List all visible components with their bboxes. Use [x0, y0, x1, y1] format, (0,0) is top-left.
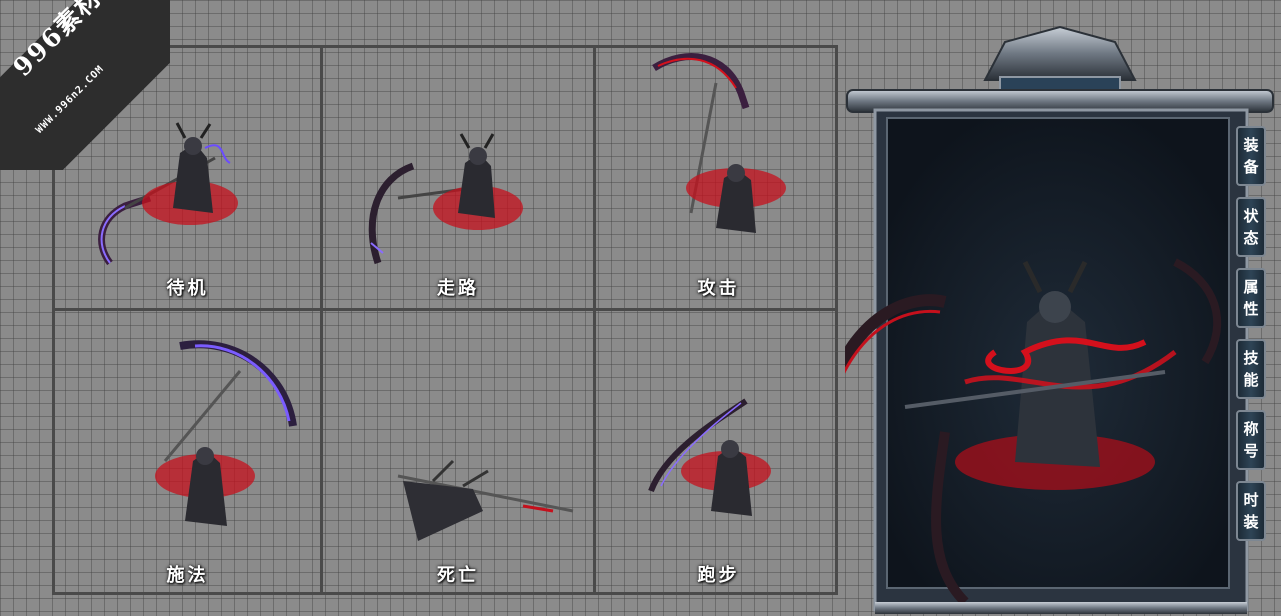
panel-frame — [845, 25, 1274, 614]
tab-label: 状态 — [1243, 207, 1259, 247]
action-label: 攻击 — [697, 278, 740, 299]
action-label: 走路 — [437, 278, 479, 299]
walk-sprite — [368, 133, 523, 265]
tab-equipment[interactable]: 装备 — [1236, 126, 1266, 186]
panel-side-tabs: 装备 状态 属性 技能 称号 时装 — [1236, 126, 1268, 552]
tab-title[interactable]: 称号 — [1236, 410, 1266, 470]
action-label: 跑步 — [697, 565, 740, 586]
watermark: 996素材网 WWW.996n2.COM — [0, 0, 170, 170]
character-panel: 装备 状态 属性 技能 称号 时装 — [845, 22, 1275, 616]
tab-label: 称号 — [1243, 420, 1259, 460]
action-cell-attack[interactable]: 攻击 — [596, 48, 841, 308]
cast-sprite — [155, 340, 297, 526]
tab-attributes[interactable]: 属性 — [1236, 268, 1266, 328]
tab-label: 装备 — [1243, 136, 1259, 176]
tab-fashion[interactable]: 时装 — [1236, 481, 1266, 541]
tab-label: 属性 — [1243, 278, 1259, 318]
attack-sprite — [652, 53, 786, 233]
tab-label: 时装 — [1243, 491, 1259, 531]
action-cell-cast[interactable]: 施法 — [55, 311, 320, 595]
death-sprite — [397, 459, 574, 541]
tab-status[interactable]: 状态 — [1236, 197, 1266, 257]
tab-label: 技能 — [1243, 349, 1259, 389]
run-sprite — [648, 398, 771, 516]
action-cell-walk[interactable]: 走路 — [323, 48, 593, 308]
action-cell-run[interactable]: 跑步 — [596, 311, 841, 595]
action-label: 施法 — [166, 565, 209, 586]
action-cell-death[interactable]: 死亡 — [323, 311, 593, 595]
action-label: 死亡 — [437, 565, 479, 586]
action-label: 待机 — [166, 278, 209, 299]
tab-skills[interactable]: 技能 — [1236, 339, 1266, 399]
